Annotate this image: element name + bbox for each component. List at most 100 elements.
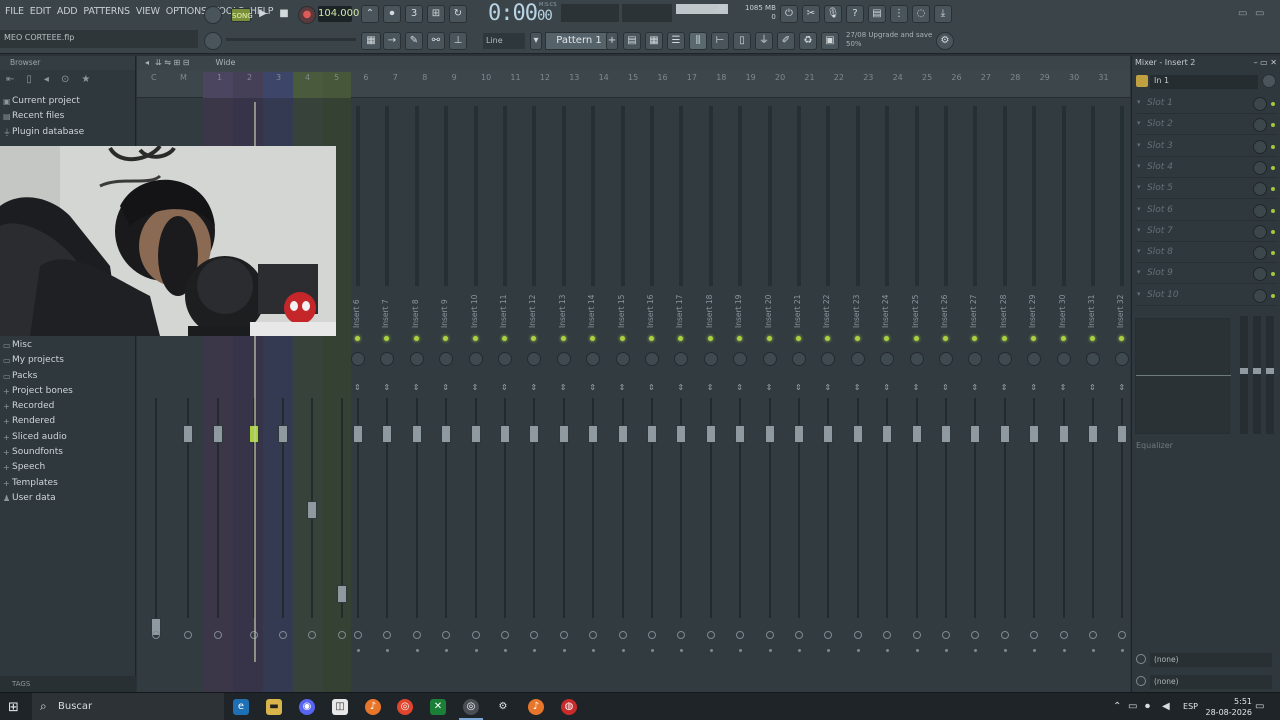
volume-fader[interactable] <box>1029 425 1040 443</box>
mute-led[interactable] <box>1090 336 1095 341</box>
slot-menu-icon[interactable]: ▾ <box>1137 268 1141 276</box>
route-dot[interactable] <box>739 649 743 652</box>
mixer-strip[interactable]: Insert 25⇕⌃ <box>904 98 930 707</box>
pan-knob[interactable] <box>821 352 836 366</box>
mixer-strip[interactable]: Insert 30⇕⌃ <box>1051 98 1077 707</box>
pan-knob[interactable] <box>556 352 571 366</box>
volume-fader[interactable] <box>411 425 422 443</box>
fx-toggle[interactable] <box>942 631 950 639</box>
slot-mix-knob[interactable] <box>1253 139 1267 154</box>
stereo-routing-icon[interactable]: ⇕ <box>413 383 420 392</box>
pan-knob[interactable] <box>792 352 806 366</box>
arrow-right-icon[interactable]: → <box>383 32 401 50</box>
track-number[interactable]: 15 <box>628 73 638 82</box>
mixer-strip[interactable]: Insert 22⇕⌃ <box>815 98 841 707</box>
stereo-routing-icon[interactable]: ⇕ <box>1001 383 1008 392</box>
route-dot[interactable] <box>651 649 654 652</box>
slot-menu-icon[interactable]: ▾ <box>1137 247 1141 255</box>
mixer-strip[interactable]: Insert 13⇕⌃ <box>551 98 577 707</box>
browser-item-misc[interactable]: ▭ Misc <box>0 338 136 353</box>
mixer-strip[interactable]: Insert 23⇕⌃ <box>845 98 871 707</box>
effect-slot[interactable]: ▾ Slot 1 <box>1135 94 1277 114</box>
pan-knob[interactable] <box>909 352 924 366</box>
browser-item-soundfonts[interactable]: + Soundfonts <box>0 445 136 460</box>
pan-knob[interactable] <box>586 352 601 366</box>
volume-fader[interactable] <box>441 425 452 443</box>
mute-led[interactable] <box>737 336 743 341</box>
effect-slot[interactable]: ▾ Slot 3 <box>1135 137 1277 157</box>
volume-icon[interactable]: ◀ <box>1162 701 1170 712</box>
fx-toggle[interactable] <box>1118 631 1127 639</box>
window-controls[interactable]: – ▭ ✕ <box>1254 58 1277 68</box>
slot-mix-knob[interactable] <box>1253 182 1267 197</box>
effect-slot[interactable]: ▾ Slot 9 <box>1135 264 1277 285</box>
stereo-routing-icon[interactable]: ⇕ <box>736 383 743 392</box>
mixer-strip[interactable]: Insert 12⇕⌃ <box>521 98 547 707</box>
fl-studio-icon[interactable]: ♪ <box>365 699 381 715</box>
file-explorer-icon[interactable]: ▬ <box>266 699 282 715</box>
search-icon[interactable]: ⊙ <box>61 74 69 88</box>
fx-toggle[interactable] <box>912 631 921 639</box>
loop-record-icon[interactable]: ↻ <box>449 5 467 23</box>
track-number[interactable]: 8 <box>422 73 427 82</box>
track-number[interactable]: 5 <box>334 73 339 82</box>
volume-fader[interactable] <box>278 425 288 443</box>
fx-toggle[interactable] <box>648 631 656 639</box>
track-number[interactable]: 27 <box>981 73 991 82</box>
stereo-routing-icon[interactable]: ⇕ <box>766 383 773 392</box>
browser-item-plugin-database[interactable]: ⏚ Plugin database <box>0 125 135 140</box>
download-icon[interactable]: ⤓ <box>934 5 952 23</box>
route-dot[interactable] <box>768 649 772 652</box>
browser-item-current-project[interactable]: ▣ Current project <box>0 94 135 109</box>
stereo-routing-icon[interactable]: ⇕ <box>854 383 861 392</box>
route-dot[interactable] <box>974 649 978 652</box>
route-dot[interactable] <box>1121 649 1125 652</box>
file-icon[interactable]: ▯ <box>733 32 751 50</box>
track-number[interactable]: 18 <box>716 73 726 82</box>
windows-start-icon[interactable]: ⊞ <box>8 700 19 715</box>
song-mode-button[interactable]: SONG <box>231 8 253 22</box>
track-number[interactable]: 12 <box>540 73 550 82</box>
slot-menu-icon[interactable]: ▾ <box>1137 162 1141 170</box>
stereo-routing-icon[interactable]: ⇕ <box>1030 383 1037 392</box>
track-number[interactable]: 3 <box>276 73 281 82</box>
pan-knob[interactable] <box>527 352 542 366</box>
mute-led[interactable] <box>560 336 566 341</box>
browser-item-speech[interactable]: + Speech <box>0 460 136 475</box>
stereo-routing-icon[interactable]: ⇕ <box>795 383 802 392</box>
mixer-strip[interactable]: Insert 29⇕⌃ <box>1021 98 1047 707</box>
record-icon[interactable]: ● <box>298 6 316 24</box>
mute-led[interactable] <box>825 336 831 341</box>
volume-fader[interactable] <box>764 425 775 443</box>
effect-slot[interactable]: ▾ Slot 8 <box>1135 243 1277 264</box>
file-icon[interactable]: ▯ <box>26 74 32 88</box>
back-icon[interactable]: ⇤ <box>6 74 14 88</box>
mixer-strip[interactable]: Insert 31⇕⌃ <box>1080 98 1106 707</box>
mute-led[interactable] <box>649 336 654 341</box>
mute-led[interactable] <box>1031 336 1037 341</box>
mute-led[interactable] <box>472 336 478 341</box>
stereo-routing-icon[interactable]: ⇕ <box>707 383 714 392</box>
fx-toggle[interactable] <box>559 631 568 639</box>
volume-fader[interactable] <box>1117 425 1128 443</box>
slot-mix-knob[interactable] <box>1253 97 1267 111</box>
fx-toggle[interactable] <box>501 631 509 639</box>
news-hint[interactable]: 27/08 Upgrade and save 50% <box>846 31 932 49</box>
master-volume-knob[interactable] <box>204 6 222 24</box>
pattern-selector[interactable]: Pattern 1 <box>545 32 613 50</box>
route-dot[interactable] <box>474 649 478 652</box>
track-number[interactable]: 10 <box>481 73 491 82</box>
playlist-icon[interactable]: ▤ <box>623 32 641 50</box>
pan-knob[interactable] <box>615 352 630 366</box>
mute-led[interactable] <box>1001 336 1007 341</box>
mixer-menu-icon[interactable]: ◂ <box>145 58 149 68</box>
mute-led[interactable] <box>1119 336 1125 341</box>
mixer-strip[interactable]: Insert 21⇕⌃ <box>786 98 812 707</box>
browser-item-recent-files[interactable]: ▤ Recent files <box>0 109 135 124</box>
track-number[interactable]: 30 <box>1069 73 1079 82</box>
fx-toggle[interactable] <box>677 631 686 639</box>
language-indicator[interactable]: ESP <box>1183 702 1198 711</box>
pan-knob[interactable] <box>968 352 983 366</box>
volume-fader[interactable] <box>588 425 599 443</box>
slot-menu-icon[interactable]: ▾ <box>1137 205 1141 213</box>
